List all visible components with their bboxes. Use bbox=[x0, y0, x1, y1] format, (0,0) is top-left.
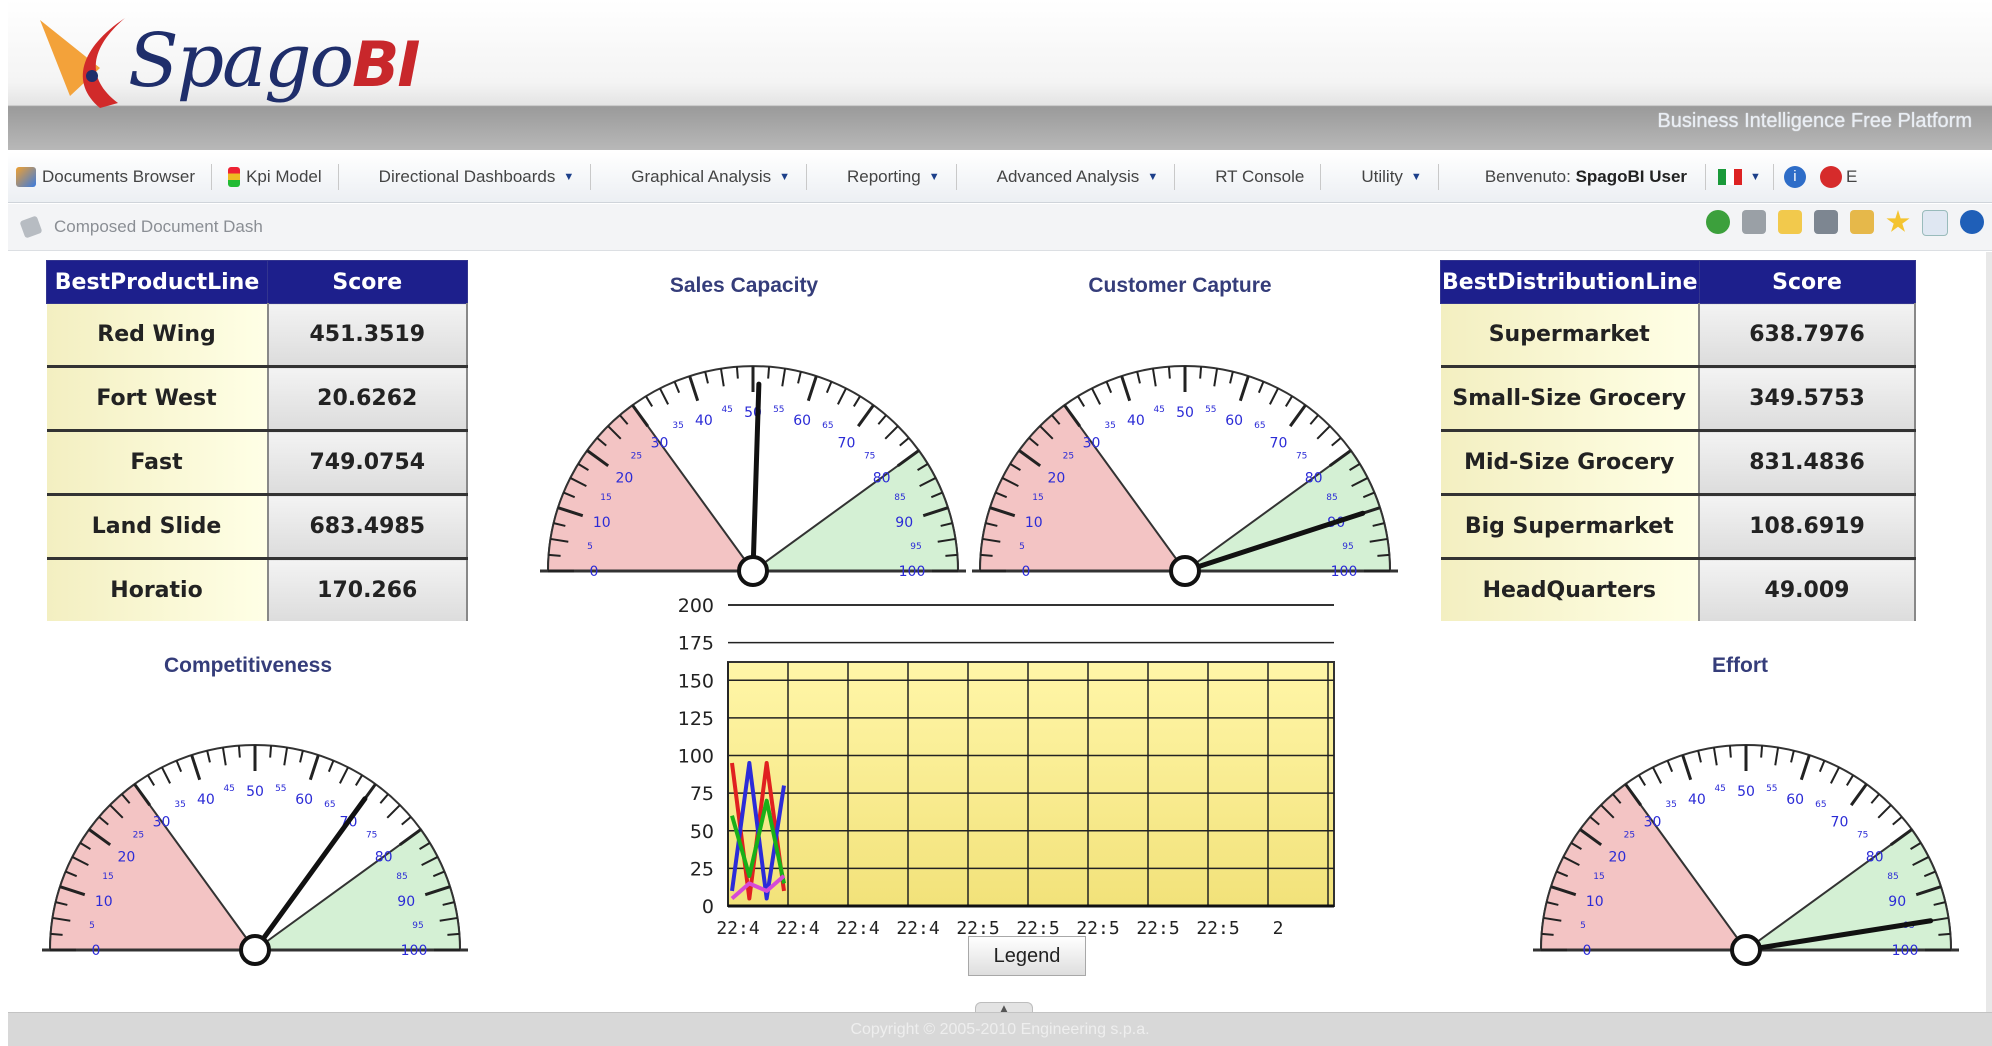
column-header-score: Score bbox=[1698, 260, 1916, 304]
distribution-name: HeadQuarters bbox=[1440, 558, 1700, 621]
gauge-title-competitiveness: Competitiveness bbox=[163, 654, 333, 677]
distribution-score: 831.4836 bbox=[1699, 430, 1916, 496]
chevron-down-icon: ▼ bbox=[928, 171, 940, 183]
column-header-product: BestProductLine bbox=[46, 260, 268, 304]
best-distribution-line-table: BestDistributionLine Score Supermarket 63… bbox=[1440, 260, 1916, 621]
distribution-score: 49.009 bbox=[1699, 558, 1916, 621]
table-row: Small-Size Grocery 349.5753 bbox=[1440, 366, 1916, 432]
legend-button[interactable]: Legend bbox=[968, 936, 1086, 976]
favorite-icon[interactable] bbox=[1886, 210, 1910, 232]
exit-button[interactable]: E bbox=[1816, 164, 1861, 190]
table-row: Horatio 170.266 bbox=[46, 558, 468, 621]
footer-copyright: Copyright © 2005-2010 Engineering s.p.a. bbox=[8, 1012, 1992, 1046]
column-header-distribution: BestDistributionLine bbox=[1440, 260, 1700, 304]
italian-flag-icon bbox=[1718, 169, 1743, 185]
gauge-title-effort: Effort bbox=[1712, 654, 1768, 677]
distribution-name: Mid-Size Grocery bbox=[1440, 430, 1700, 496]
sticky-note-icon[interactable] bbox=[1778, 210, 1802, 234]
menu-utility[interactable]: Utility ▼ bbox=[1321, 164, 1439, 190]
product-name: Land Slide bbox=[46, 494, 269, 560]
product-name: Red Wing bbox=[46, 303, 269, 368]
traffic-light-icon bbox=[228, 167, 241, 187]
menu-documents-browser[interactable]: Documents Browser bbox=[8, 164, 213, 190]
chevron-down-icon: ▼ bbox=[1410, 171, 1422, 183]
print-icon[interactable] bbox=[1814, 210, 1838, 234]
scrollbar-track[interactable] bbox=[1986, 252, 1992, 1012]
table-row: Supermarket 638.7976 bbox=[1440, 303, 1916, 368]
product-score: 683.4985 bbox=[267, 494, 468, 560]
chevron-down-icon: ▼ bbox=[1750, 171, 1761, 183]
logo-wordmark: SpagoBI bbox=[128, 18, 420, 104]
documents-icon bbox=[16, 167, 36, 187]
table-row: Big Supermarket 108.6919 bbox=[1440, 494, 1916, 560]
table-row: Fort West 20.6262 bbox=[46, 366, 468, 432]
copy-icon[interactable] bbox=[1742, 210, 1766, 234]
chevron-down-icon: ▼ bbox=[563, 171, 575, 183]
menu-directional-dashboards[interactable]: Directional Dashboards ▼ bbox=[339, 164, 592, 190]
product-score: 451.3519 bbox=[267, 303, 468, 368]
table-row: Red Wing 451.3519 bbox=[46, 303, 468, 368]
product-name: Horatio bbox=[46, 558, 269, 621]
menu-advanced-analysis[interactable]: Advanced Analysis ▼ bbox=[957, 164, 1176, 190]
distribution-score: 108.6919 bbox=[1699, 494, 1916, 560]
distribution-name: Small-Size Grocery bbox=[1440, 366, 1700, 432]
product-name: Fast bbox=[46, 430, 269, 496]
product-score: 749.0754 bbox=[267, 430, 468, 496]
export-icon[interactable] bbox=[1850, 210, 1874, 234]
info-icon[interactable] bbox=[1960, 210, 1984, 234]
menu-graphical-analysis[interactable]: Graphical Analysis ▼ bbox=[591, 164, 807, 190]
table-row: Mid-Size Grocery 831.4836 bbox=[1440, 430, 1916, 496]
menu-rt-console[interactable]: RT Console bbox=[1175, 164, 1322, 190]
product-name: Fort West bbox=[46, 366, 269, 432]
best-product-line-table: BestProductLine Score Red Wing 451.3519 F… bbox=[46, 260, 468, 621]
distribution-name: Supermarket bbox=[1440, 303, 1700, 368]
distribution-score: 349.5753 bbox=[1699, 366, 1916, 432]
distribution-name: Big Supermarket bbox=[1440, 494, 1700, 560]
chevron-down-icon: ▼ bbox=[1147, 171, 1159, 183]
help-icon: i bbox=[1783, 166, 1806, 188]
exit-icon bbox=[1819, 166, 1842, 188]
language-selector[interactable]: ▼ bbox=[1706, 164, 1774, 190]
table-header-row: BestDistributionLine Score bbox=[1440, 260, 1916, 304]
platform-tagline: Business Intelligence Free Platform bbox=[1657, 110, 1972, 132]
document-toolbar bbox=[1706, 210, 1984, 236]
table-header-row: BestProductLine Score bbox=[46, 260, 468, 304]
product-score: 20.6262 bbox=[267, 366, 468, 432]
breadcrumb: Composed Document Dash bbox=[54, 217, 263, 236]
notes-icon[interactable] bbox=[1922, 210, 1948, 236]
app-header: SpagoBI Business Intelligence Free Platf… bbox=[8, 0, 1992, 150]
table-row: Fast 749.0754 bbox=[46, 430, 468, 496]
help-button[interactable]: i bbox=[1774, 164, 1816, 190]
refresh-icon[interactable] bbox=[1706, 210, 1730, 234]
menu-kpi-model[interactable]: Kpi Model bbox=[212, 164, 339, 190]
table-row: Land Slide 683.4985 bbox=[46, 494, 468, 560]
document-breadcrumb-bar: Composed Document Dash bbox=[8, 204, 1992, 251]
menu-reporting[interactable]: Reporting ▼ bbox=[807, 164, 957, 190]
gauge-title-sales-capacity: Sales Capacity bbox=[669, 274, 819, 297]
table-row: HeadQuarters 49.009 bbox=[1440, 558, 1916, 621]
gauge-title-customer-capture: Customer Capture bbox=[1088, 274, 1272, 297]
main-menu-bar: Documents Browser Kpi Model Directional … bbox=[8, 152, 1992, 203]
chevron-down-icon: ▼ bbox=[779, 171, 790, 183]
product-score: 170.266 bbox=[267, 558, 468, 621]
distribution-score: 638.7976 bbox=[1699, 303, 1916, 368]
document-icon bbox=[19, 215, 43, 239]
welcome-user: Benvenuto: SpagoBI User bbox=[1439, 164, 1707, 190]
column-header-score: Score bbox=[267, 260, 468, 304]
